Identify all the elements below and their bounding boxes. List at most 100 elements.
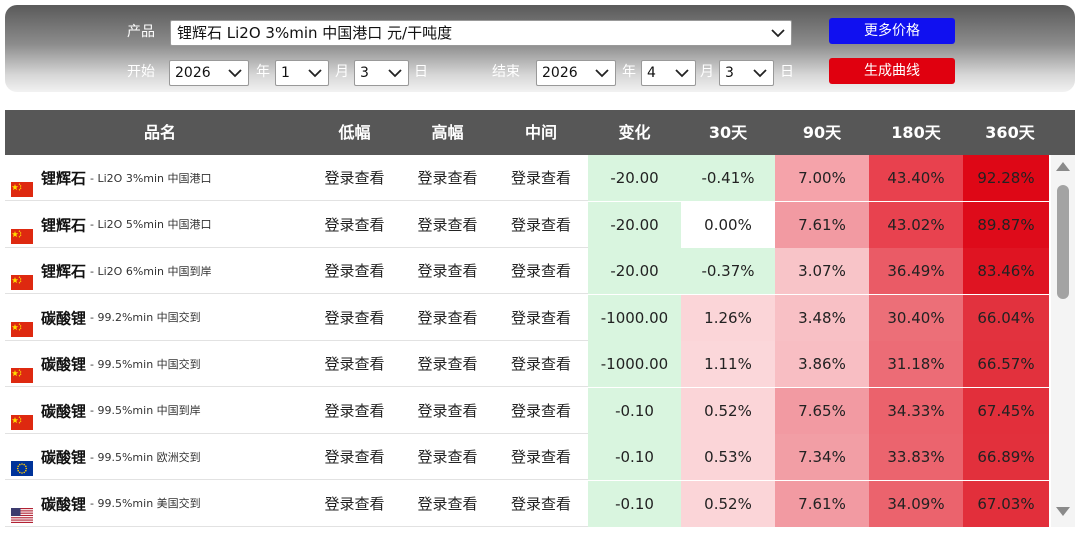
cn-flag-icon [11,262,33,290]
login-to-view-link[interactable]: 登录查看 [401,248,494,294]
end-day-select[interactable]: 3 [719,60,774,86]
start-month-value: 1 [281,65,290,81]
change-cell: -1000.00 [588,341,681,387]
header-mid: 中间 [524,123,557,142]
login-to-view-link[interactable]: 登录查看 [494,202,588,248]
login-to-view-link[interactable]: 登录查看 [308,155,401,201]
product-spec: - Li2O 5%min 中国港口 [90,218,212,231]
end-year-select[interactable]: 2026 [536,60,616,86]
change-360d-cell: 67.45% [963,387,1049,434]
login-to-view-link[interactable]: 登录查看 [494,481,588,527]
login-to-view-link[interactable]: 登录查看 [401,341,494,387]
chevron-down-icon [771,29,785,38]
start-day-unit: 日 [414,64,428,80]
start-label: 开始 [127,64,155,80]
login-to-view-link[interactable]: 登录查看 [494,388,588,434]
table-row: 碳酸锂 - 99.5%min 中国交到 登录查看 登录查看 登录查看 -1000.00 1.… [5,341,1049,387]
change-30d-cell: 0.52% [681,480,775,527]
login-to-view-link[interactable]: 登录查看 [308,295,401,341]
product-spec: - 99.5%min 美国交到 [90,497,201,510]
login-to-view-link[interactable]: 登录查看 [401,388,494,434]
scrollbar-thumb[interactable] [1057,185,1069,299]
start-day-select[interactable]: 3 [354,60,409,86]
product-name-cell: 锂辉石 - Li2O 6%min 中国到岸 [5,248,305,294]
login-to-view-link[interactable]: 登录查看 [401,155,494,201]
scroll-down-arrow-icon[interactable] [1055,505,1071,519]
start-month-unit: 月 [335,64,349,80]
cn-flag-icon [11,355,33,383]
login-to-view-link[interactable]: 登录查看 [308,248,401,294]
eu-flag-icon [11,448,33,476]
chevron-down-icon [388,69,402,78]
login-to-view-link[interactable]: 登录查看 [401,481,494,527]
change-cell: -20.00 [588,155,681,201]
login-to-view-link[interactable]: 登录查看 [308,388,401,434]
product-name: 碳酸锂 [41,402,87,420]
scrollbar[interactable] [1051,155,1075,527]
table-row: 碳酸锂 - 99.5%min 中国到岸 登录查看 登录查看 登录查看 -0.10 0.52%… [5,387,1049,434]
change-90d-cell: 7.61% [775,480,869,527]
end-month-value: 4 [647,65,656,81]
chevron-down-icon [675,69,689,78]
more-prices-button[interactable]: 更多价格 [829,18,955,44]
scroll-up-arrow-icon[interactable] [1055,159,1071,173]
change-90d-cell: 3.07% [775,248,869,294]
change-30d-cell: -0.37% [681,248,775,294]
start-month-select[interactable]: 1 [275,60,329,86]
login-to-view-link[interactable]: 登录查看 [494,434,588,480]
end-year-unit: 年 [622,64,636,80]
header-high: 高幅 [431,123,464,142]
header-low: 低幅 [338,123,371,142]
change-180d-cell: 34.09% [869,480,963,527]
product-name: 锂辉石 [41,216,87,234]
product-spec: - 99.5%min 欧洲交到 [90,450,201,464]
product-name-cell: 碳酸锂 - 99.5%min 中国到岸 [5,388,305,434]
login-to-view-link[interactable]: 登录查看 [308,202,401,248]
control-panel: 产品 锂辉石 Li2O 3%min 中国港口 元/干吨度 开始 2026 年 1… [5,5,1075,92]
change-180d-cell: 43.02% [869,201,963,248]
login-to-view-link[interactable]: 登录查看 [308,341,401,387]
login-to-view-link[interactable]: 登录查看 [494,248,588,294]
product-spec: - 99.2%min 中国交到 [90,311,201,324]
change-30d-cell: 1.11% [681,341,775,387]
change-180d-cell: 30.40% [869,294,963,341]
table-row: 碳酸锂 - 99.5%min 美国交到 登录查看 登录查看 登录查看 -0.10 0.52%… [5,480,1049,527]
table-row: 碳酸锂 - 99.2%min 中国交到 登录查看 登录查看 登录查看 -1000.00 1.… [5,294,1049,341]
change-180d-cell: 31.18% [869,341,963,387]
product-name: 碳酸锂 [41,309,87,327]
product-name: 碳酸锂 [41,355,87,374]
product-name-cell: 碳酸锂 - 99.5%min 中国交到 [5,341,305,387]
header-30d: 30天 [708,123,748,142]
change-cell: -20.00 [588,248,681,294]
start-year-select[interactable]: 2026 [169,60,249,86]
change-cell: -0.10 [588,387,681,434]
change-360d-cell: 83.46% [963,248,1049,294]
end-day-value: 3 [725,65,734,81]
change-cell: -0.10 [588,480,681,527]
product-name: 碳酸锂 [41,448,87,467]
change-180d-cell: 36.49% [869,248,963,294]
login-to-view-link[interactable]: 登录查看 [494,155,588,201]
login-to-view-link[interactable]: 登录查看 [494,341,588,387]
end-day-unit: 日 [780,64,794,80]
header-360d: 360天 [985,123,1035,142]
chevron-down-icon [753,69,767,78]
cn-flag-icon [11,402,33,430]
login-to-view-link[interactable]: 登录查看 [308,481,401,527]
product-name-cell: 碳酸锂 - 99.5%min 欧洲交到 [5,434,305,480]
generate-curve-button[interactable]: 生成曲线 [829,58,955,84]
header-180d: 180天 [891,123,941,142]
start-day-value: 3 [360,65,369,81]
change-180d-cell: 33.83% [869,434,963,480]
end-month-select[interactable]: 4 [641,60,696,86]
product-spec: - Li2O 6%min 中国到岸 [90,264,212,278]
header-90d: 90天 [802,123,842,142]
login-to-view-link[interactable]: 登录查看 [401,295,494,341]
login-to-view-link[interactable]: 登录查看 [308,434,401,480]
change-360d-cell: 92.28% [963,155,1049,201]
end-year-value: 2026 [542,65,578,81]
login-to-view-link[interactable]: 登录查看 [401,202,494,248]
login-to-view-link[interactable]: 登录查看 [494,295,588,341]
login-to-view-link[interactable]: 登录查看 [401,434,494,480]
product-select[interactable]: 锂辉石 Li2O 3%min 中国港口 元/干吨度 [170,20,792,46]
